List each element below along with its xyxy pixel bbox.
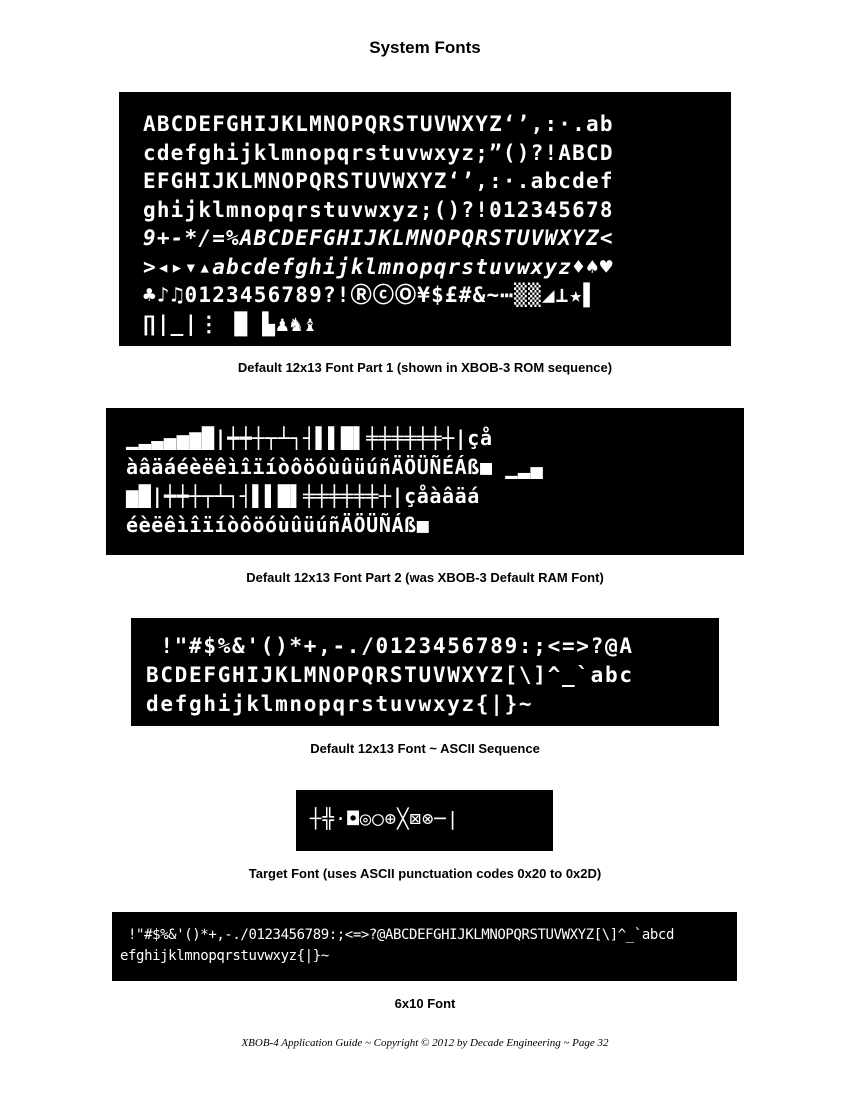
caption-target-font: Target Font (uses ASCII punctuation code… <box>248 866 602 881</box>
font-sample-line: àâäáéèëêìîïíòôöóùûüúñÄÖÜÑÉÁß■ ▁▂▄ <box>126 455 544 479</box>
font-sample-line: 9+-*/=%ABCDEFGHIJKLMNOPQRSTUVWXYZ< <box>143 226 614 250</box>
font-sample-line: ∏|_|⋮ █ ▙♟♞♝ <box>143 311 318 336</box>
page-title: System Fonts <box>369 38 481 57</box>
font-sample-line: efghijklmnopqrstuvwxyz{|}~ <box>120 948 329 964</box>
caption-6x10-font: 6x10 Font <box>394 996 456 1011</box>
font-sample-target: ┼╬·◘◎◯⊕╳⊠⊗─| <box>296 790 553 851</box>
font-sample-line: ♣♪♫0123456789?!ⓇⓒⓄ¥$£#&~⋯▒▒◢⊥★▌ <box>143 283 598 307</box>
caption-12x13-part2: Default 12x13 Font Part 2 (was XBOB-3 De… <box>246 570 604 585</box>
font-sample-line: éèëêìîïíòôöóùûüúñÄÖÜÑÁß■ <box>126 513 430 537</box>
font-sample-line: defghijklmnopqrstuvwxyz{|}~ <box>146 692 534 716</box>
page-footer: XBOB-4 Application Guide ~ Copyright © 2… <box>241 1037 609 1049</box>
caption-12x13-ascii: Default 12x13 Font ~ ASCII Sequence <box>310 741 540 756</box>
font-sample-line: ▁▂▃▄▅▆█|┿┿┼┬┴┐┤▌▌█▌╪╪╪╪╪╪┼|çå <box>126 426 493 450</box>
font-sample-line: !"#$%&'()*+,-./0123456789:;<=>?@ABCDEFGH… <box>120 927 674 943</box>
font-sample-12x13-part1: ABCDEFGHIJKLMNOPQRSTUVWXYZ‘’,:·.ab cdefg… <box>119 92 731 346</box>
font-sample-line: ghijklmnopqrstuvwxyz;()?!012345678 <box>143 197 614 222</box>
font-sample-12x13-part2: ▁▂▃▄▅▆█|┿┿┼┬┴┐┤▌▌█▌╪╪╪╪╪╪┼|çå àâäáéèëêìî… <box>106 408 744 555</box>
caption-12x13-part1: Default 12x13 Font Part 1 (shown in XBOB… <box>237 360 613 375</box>
font-sample-line: >◂▸▾▴abcdefghijklmnopqrstuvwxyz♦♠♥ <box>143 254 614 279</box>
font-sample-line: EFGHIJKLMNOPQRSTUVWXYZ‘’,:·.abcdef <box>143 169 614 193</box>
font-sample-line: ABCDEFGHIJKLMNOPQRSTUVWXYZ‘’,:·.ab <box>143 112 614 136</box>
font-sample-6x10: !"#$%&'()*+,-./0123456789:;<=>?@ABCDEFGH… <box>112 912 737 981</box>
font-sample-line: cdefghijklmnopqrstuvwxyz;”()?!ABCD <box>143 140 614 165</box>
font-sample-line: ▆█|┿┿┼┬┴┐┤▌▌█▌╪╪╪╪╪╪┼|çåàâäá <box>126 484 480 508</box>
font-sample-line: !"#$%&'()*+,-./0123456789:;<=>?@A <box>146 634 634 658</box>
font-sample-12x13-ascii: !"#$%&'()*+,-./0123456789:;<=>?@A BCDEFG… <box>131 618 719 726</box>
font-sample-line: ┼╬·◘◎◯⊕╳⊠⊗─| <box>310 808 460 830</box>
font-sample-line: BCDEFGHIJKLMNOPQRSTUVWXYZ[\]^_`abc <box>146 663 634 687</box>
